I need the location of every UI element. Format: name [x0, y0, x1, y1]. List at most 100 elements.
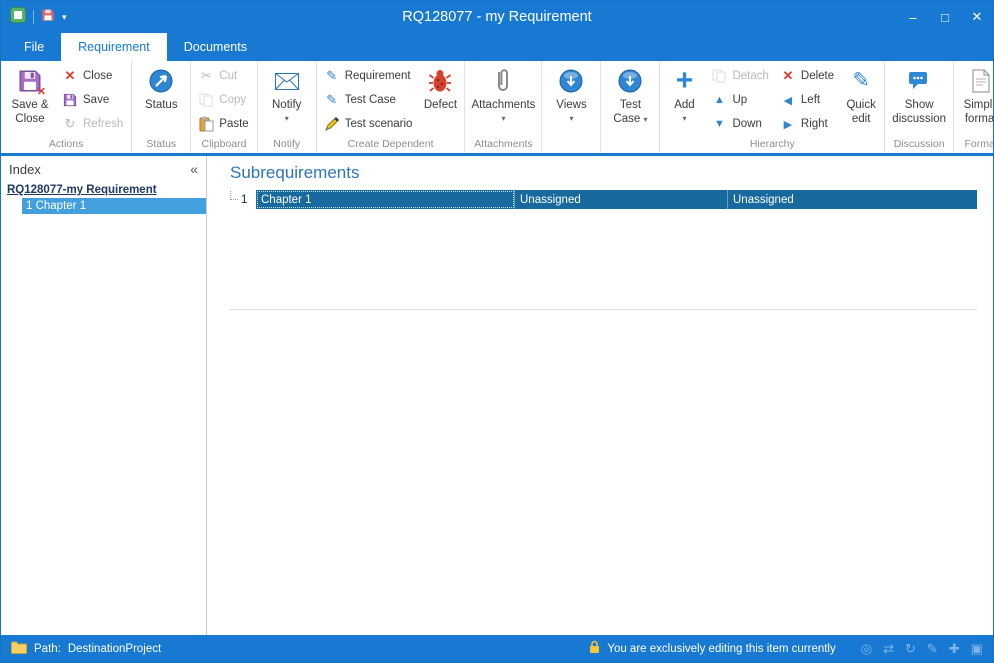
test-case-button[interactable]: Test Case ▾: [603, 62, 657, 139]
paste-icon: [196, 116, 216, 132]
app-icon[interactable]: [10, 7, 26, 28]
qat-dropdown-icon[interactable]: ▾: [62, 12, 67, 23]
row-index-number: 1: [241, 194, 247, 206]
ribbon-group-attachments: Attachments ▾ Attachments: [465, 61, 542, 153]
move-right-button[interactable]: ▶ Right: [775, 112, 840, 136]
simple-format-button[interactable]: Simple format: [956, 62, 993, 138]
right-label: Right: [801, 118, 828, 130]
group-caption-notify: Notify: [258, 138, 316, 153]
move-up-button[interactable]: ▲ Up: [706, 88, 774, 112]
down-label: Down: [732, 118, 761, 130]
group-caption-hierarchy: Hierarchy: [660, 138, 884, 153]
attachments-dropdown-icon: ▾: [501, 114, 505, 123]
up-arrow-icon: ▲: [709, 94, 729, 106]
ribbon-tabs: File Requirement Documents: [1, 33, 993, 61]
cut-icon: ✂: [196, 68, 216, 84]
add-plus-icon: +: [676, 65, 694, 97]
add-button[interactable]: + Add ▾: [662, 62, 706, 138]
test-case-button-label: Test Case: [613, 99, 641, 125]
close-window-button[interactable]: ✕: [961, 1, 993, 33]
left-arrow-icon: ◀: [778, 94, 798, 107]
create-requirement-label: Requirement: [345, 70, 411, 82]
views-sphere-icon: [558, 65, 584, 97]
status-icon: [148, 65, 174, 97]
create-test-case-button[interactable]: ✎ Test Case: [319, 88, 419, 112]
add-label: Add: [674, 99, 694, 113]
tab-requirement[interactable]: Requirement: [61, 33, 167, 61]
save-button[interactable]: Save: [57, 88, 129, 112]
minimize-button[interactable]: –: [897, 1, 929, 33]
create-test-scenario-button[interactable]: Test scenario: [319, 112, 419, 136]
index-panel-header: Index «: [1, 156, 206, 181]
app-window: ▾ RQ128077 - my Requirement – □ ✕ File R…: [0, 0, 994, 663]
delete-button[interactable]: ✕ Delete: [775, 64, 840, 88]
quick-edit-pencil-icon: ✎: [852, 65, 870, 97]
quick-save-icon[interactable]: [41, 8, 55, 27]
status-label: Status: [145, 99, 178, 113]
notify-button[interactable]: Notify ▾: [260, 62, 314, 138]
tree-elbow-icon: [230, 191, 238, 200]
save-close-button[interactable]: ✕ Save & Close: [3, 62, 57, 138]
move-left-button[interactable]: ◀ Left: [775, 88, 840, 112]
row-cell-name[interactable]: Chapter 1: [256, 190, 515, 209]
test-case-pen-icon: ✎: [322, 92, 342, 108]
add-tool-icon[interactable]: ✚: [949, 641, 960, 657]
ribbon-group-views: Views ▾: [542, 61, 601, 153]
subrequirements-heading: Subrequirements: [207, 156, 993, 190]
statusbar-tool-icons: ◎ ⇄ ↻ ✎ ✚ ▣: [861, 641, 983, 657]
quick-edit-button[interactable]: ✎ Quick edit: [840, 62, 882, 138]
target-icon[interactable]: ◎: [861, 641, 872, 657]
row-cell-assignee[interactable]: Unassigned: [515, 190, 728, 209]
create-defect-button[interactable]: Defect: [418, 62, 462, 138]
test-case-dropdown-icon: ▾: [643, 115, 647, 124]
index-panel: Index « RQ128077-my Requirement 1 Chapte…: [1, 156, 207, 635]
subrequirements-pane: Subrequirements 1 Chapter 1 Unassigned U…: [207, 156, 993, 635]
tree-item-requirement-root[interactable]: RQ128077-my Requirement: [1, 181, 206, 198]
save-icon: [60, 93, 80, 107]
views-dropdown-icon: ▾: [569, 114, 573, 123]
row-cell-status[interactable]: Unassigned: [728, 190, 977, 209]
group-caption-views: [542, 139, 600, 153]
views-button[interactable]: Views ▾: [544, 62, 598, 139]
save-close-icon: ✕: [18, 65, 42, 97]
cut-label: Cut: [219, 70, 237, 82]
history-icon[interactable]: ↻: [905, 641, 916, 657]
lock-icon: [589, 640, 600, 657]
ribbon-group-clipboard: ✂ Cut Copy Paste Clipboard: [191, 61, 257, 153]
tab-documents[interactable]: Documents: [167, 33, 264, 61]
ribbon-group-hierarchy: + Add ▾ Detach ▲ Up ▼ Down: [660, 61, 885, 153]
ribbon-group-status: Status Status: [132, 61, 191, 153]
group-caption-format: Format: [954, 138, 993, 153]
views-label: Views: [556, 99, 586, 113]
window-title: RQ128077 - my Requirement: [1, 9, 993, 25]
group-caption-attachments: Attachments: [465, 138, 541, 153]
delete-label: Delete: [801, 70, 834, 82]
path-value: DestinationProject: [68, 643, 161, 655]
simple-format-label: Simple format: [958, 99, 993, 126]
copy-icon: [196, 93, 216, 107]
test-case-sphere-icon: [617, 65, 643, 97]
tree-item-chapter-1[interactable]: 1 Chapter 1: [22, 198, 206, 214]
group-caption-actions: Actions: [1, 138, 131, 153]
delete-icon: ✕: [778, 68, 798, 84]
swap-icon[interactable]: ⇄: [883, 641, 894, 657]
collapse-panel-icon[interactable]: «: [190, 161, 198, 177]
close-button[interactable]: ✕ Close: [57, 64, 129, 88]
group-caption-test-case: [601, 139, 659, 153]
status-button[interactable]: Status: [134, 62, 188, 138]
move-down-button[interactable]: ▼ Down: [706, 112, 774, 136]
paste-button[interactable]: Paste: [193, 112, 254, 136]
ribbon-group-format: Simple format Format: [954, 61, 993, 153]
titlebar: ▾ RQ128077 - my Requirement – □ ✕: [1, 1, 993, 33]
add-dropdown-icon: ▾: [682, 114, 686, 123]
ribbon-group-actions: ✕ Save & Close ✕ Close Save ↻ Ref: [1, 61, 132, 153]
show-discussion-button[interactable]: Show discussion: [887, 62, 951, 138]
signature-icon[interactable]: ✎: [927, 641, 938, 657]
maximize-button[interactable]: □: [929, 1, 961, 33]
statusbar-right: You are exclusively editing this item cu…: [589, 640, 983, 657]
tab-file[interactable]: File: [7, 33, 61, 61]
grid-icon[interactable]: ▣: [971, 641, 983, 657]
create-requirement-button[interactable]: ✎ Requirement: [319, 64, 419, 88]
attachments-button[interactable]: Attachments ▾: [467, 62, 539, 138]
selected-row[interactable]: Chapter 1 Unassigned Unassigned: [256, 190, 977, 209]
